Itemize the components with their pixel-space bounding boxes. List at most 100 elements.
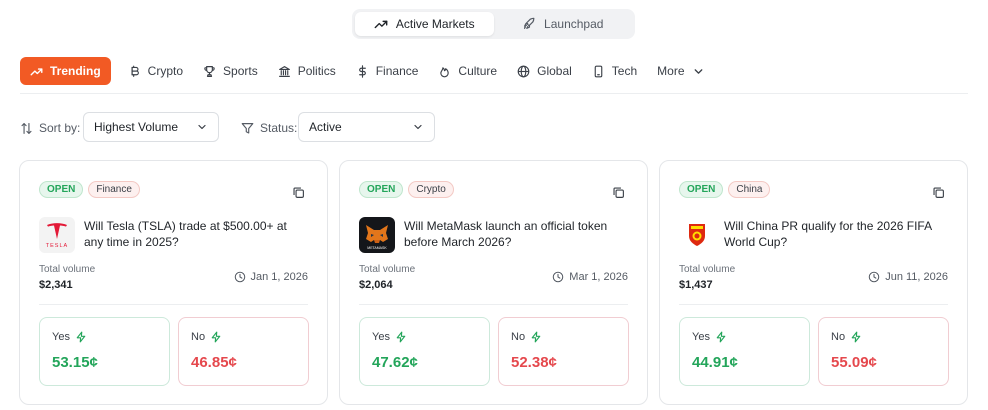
market-card[interactable]: OPEN Crypto METAMASK Will MetaMask launc… bbox=[339, 160, 648, 405]
category-sports-label: Sports bbox=[223, 64, 258, 78]
rocket-icon bbox=[524, 17, 535, 29]
no-price: 55.09¢ bbox=[831, 354, 877, 371]
chevron-down-icon bbox=[414, 124, 422, 130]
yes-price: 44.91¢ bbox=[692, 354, 738, 371]
copy-icon[interactable] bbox=[932, 186, 945, 199]
category-badge: Finance bbox=[88, 181, 140, 198]
tesla-logo-text: TESLA bbox=[46, 243, 68, 249]
zap-icon bbox=[76, 331, 86, 343]
category-tech[interactable]: Tech bbox=[583, 57, 646, 85]
no-price: 46.85¢ bbox=[191, 354, 237, 371]
china-fa-logo bbox=[679, 217, 715, 253]
filter-icon bbox=[241, 122, 254, 134]
card-badges: OPEN Finance bbox=[39, 181, 140, 198]
china-fa-crest bbox=[689, 224, 705, 246]
no-label: No bbox=[831, 331, 862, 343]
category-finance[interactable]: Finance bbox=[347, 57, 428, 85]
yes-button[interactable]: Yes 44.91¢ bbox=[679, 317, 810, 386]
phone-icon bbox=[594, 65, 603, 77]
yes-text: Yes bbox=[692, 331, 710, 343]
market-question: Will Tesla (TSLA) trade at $500.00+ at a… bbox=[84, 219, 287, 249]
tab-active-markets[interactable]: Active Markets bbox=[355, 12, 494, 36]
sort-select[interactable]: Highest Volume bbox=[83, 112, 219, 142]
no-button[interactable]: No 55.09¢ bbox=[818, 317, 949, 386]
clock-icon bbox=[868, 271, 880, 283]
category-badge: China bbox=[728, 181, 771, 198]
yes-price: 47.62¢ bbox=[372, 354, 418, 371]
tesla-logo: TESLA bbox=[39, 217, 75, 253]
volume-label: Total volume bbox=[39, 264, 96, 275]
category-more-label: More bbox=[657, 64, 685, 78]
landmark-icon bbox=[278, 65, 290, 77]
category-global-label: Global bbox=[537, 64, 572, 78]
status-badge: OPEN bbox=[359, 181, 404, 198]
yes-button[interactable]: Yes 47.62¢ bbox=[359, 317, 490, 386]
category-politics[interactable]: Politics bbox=[269, 57, 345, 85]
yes-label: Yes bbox=[52, 331, 87, 343]
zap-icon bbox=[211, 331, 221, 343]
no-text: No bbox=[191, 331, 206, 343]
metamask-logo: METAMASK bbox=[359, 217, 395, 253]
yes-button[interactable]: Yes 53.15¢ bbox=[39, 317, 170, 386]
trending-up-icon bbox=[30, 67, 43, 75]
card-badges: OPEN Crypto bbox=[359, 181, 454, 198]
yes-text: Yes bbox=[52, 331, 70, 343]
flame-icon bbox=[440, 66, 450, 77]
volume-value: $1,437 bbox=[679, 279, 713, 291]
copy-icon[interactable] bbox=[292, 186, 305, 199]
category-badge: Crypto bbox=[408, 181, 454, 198]
status-select[interactable]: Active bbox=[298, 112, 435, 142]
end-date-text: Mar 1, 2026 bbox=[569, 271, 628, 283]
market-question: Will China PR qualify for the 2026 FIFA … bbox=[724, 219, 932, 249]
end-date-text: Jan 1, 2026 bbox=[250, 271, 309, 283]
volume-value: $2,341 bbox=[39, 279, 73, 291]
zap-icon bbox=[531, 331, 541, 343]
category-trending-label: Trending bbox=[50, 64, 101, 78]
category-crypto[interactable]: Crypto bbox=[119, 57, 192, 85]
zap-icon bbox=[716, 331, 726, 343]
status-text: Status: bbox=[260, 121, 298, 135]
no-label: No bbox=[511, 331, 542, 343]
metamask-logo-graphic: METAMASK bbox=[366, 225, 388, 250]
market-question: Will MetaMask launch an official token b… bbox=[404, 219, 608, 249]
status-badge: OPEN bbox=[39, 181, 84, 198]
copy-icon[interactable] bbox=[612, 186, 625, 199]
chevron-down-icon bbox=[694, 68, 702, 74]
category-trending[interactable]: Trending bbox=[20, 57, 111, 85]
volume-label: Total volume bbox=[359, 264, 416, 275]
status-select-value: Active bbox=[309, 120, 342, 134]
market-card[interactable]: OPEN China Will China PR qualify for the… bbox=[659, 160, 968, 405]
clock-icon bbox=[234, 271, 245, 283]
category-culture-label: Culture bbox=[458, 64, 498, 78]
nav-divider bbox=[20, 93, 968, 94]
zap-icon bbox=[851, 331, 861, 343]
category-global[interactable]: Global bbox=[508, 57, 581, 85]
end-date: Jun 11, 2026 bbox=[868, 271, 948, 283]
clock-icon bbox=[553, 271, 564, 283]
sort-by-label: Sort by: bbox=[20, 121, 80, 135]
status-label: Status: bbox=[241, 121, 297, 135]
sort-select-value: Highest Volume bbox=[94, 120, 179, 134]
category-sports[interactable]: Sports bbox=[194, 57, 267, 85]
tab-launchpad[interactable]: Launchpad bbox=[494, 12, 633, 36]
trending-up-icon bbox=[374, 20, 388, 29]
dollar-icon bbox=[358, 64, 366, 78]
category-culture[interactable]: Culture bbox=[429, 57, 506, 85]
tab-active-markets-label: Active Markets bbox=[395, 17, 475, 31]
chevron-down-icon bbox=[198, 124, 206, 130]
globe-icon bbox=[517, 65, 530, 77]
sort-arrows-icon bbox=[21, 122, 32, 134]
market-card[interactable]: OPEN Finance TESLA Will Tesla (TSLA) tra… bbox=[19, 160, 328, 405]
zap-icon bbox=[396, 331, 406, 343]
metamask-logo-text: METAMASK bbox=[367, 246, 387, 250]
category-tech-label: Tech bbox=[611, 64, 638, 78]
yes-label: Yes bbox=[692, 331, 727, 343]
category-politics-label: Politics bbox=[297, 64, 336, 78]
no-button[interactable]: No 46.85¢ bbox=[178, 317, 309, 386]
tab-launchpad-label: Launchpad bbox=[544, 17, 604, 31]
category-crypto-label: Crypto bbox=[147, 64, 184, 78]
category-more-dropdown[interactable]: More bbox=[648, 57, 713, 85]
no-text: No bbox=[831, 331, 846, 343]
no-button[interactable]: No 52.38¢ bbox=[498, 317, 629, 386]
end-date: Jan 1, 2026 bbox=[234, 271, 309, 283]
